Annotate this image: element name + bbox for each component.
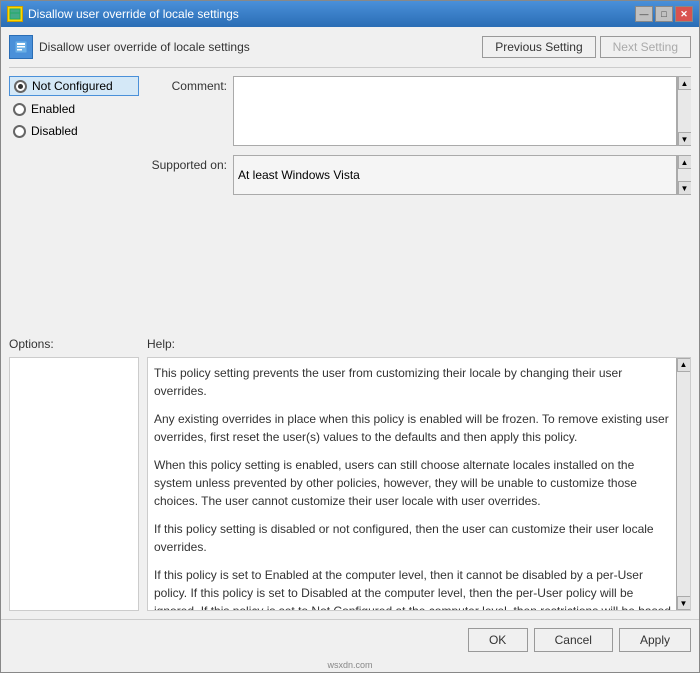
radio-input-not-configured[interactable]	[14, 80, 27, 93]
ok-button[interactable]: OK	[468, 628, 528, 652]
title-bar-left: Disallow user override of locale setting…	[7, 6, 239, 22]
radio-input-enabled[interactable]	[13, 103, 26, 116]
help-scroll-up[interactable]: ▲	[677, 358, 691, 372]
header-buttons: Previous Setting Next Setting	[482, 36, 691, 58]
help-para-3: When this policy setting is enabled, use…	[154, 456, 672, 510]
supported-field: At least Windows Vista	[233, 155, 677, 195]
radio-not-configured[interactable]: Not Configured	[9, 76, 139, 96]
footer: OK Cancel Apply	[1, 619, 699, 660]
close-button[interactable]: ✕	[675, 6, 693, 22]
scroll-down-arrow[interactable]: ▼	[678, 132, 692, 146]
help-para-4: If this policy setting is disabled or no…	[154, 520, 672, 556]
options-label: Options:	[9, 337, 54, 351]
scroll-up-arrow[interactable]: ▲	[678, 76, 692, 90]
header-left: Disallow user override of locale setting…	[9, 35, 250, 59]
help-para-5: If this policy is set to Enabled at the …	[154, 566, 672, 611]
supported-value: At least Windows Vista	[238, 168, 360, 182]
options-label-container: Options:	[9, 337, 139, 351]
maximize-button[interactable]: □	[655, 6, 673, 22]
radio-disabled[interactable]: Disabled	[9, 122, 139, 140]
cancel-button[interactable]: Cancel	[534, 628, 613, 652]
help-scrollbar[interactable]: ▲ ▼	[676, 358, 690, 611]
comment-row: Comment: ▲ ▼	[147, 76, 691, 149]
window-title: Disallow user override of locale setting…	[28, 7, 239, 21]
comment-field[interactable]	[233, 76, 677, 146]
supported-scroll-track	[678, 169, 691, 181]
lower-labels: Options: Help:	[9, 337, 691, 351]
title-buttons: — □ ✕	[635, 6, 693, 22]
supported-scroll-down[interactable]: ▼	[678, 181, 692, 195]
radio-enabled[interactable]: Enabled	[9, 100, 139, 118]
help-para-2: Any existing overrides in place when thi…	[154, 410, 672, 446]
help-scroll-down[interactable]: ▼	[677, 596, 691, 610]
supported-scrollbar[interactable]: ▲ ▼	[677, 155, 691, 195]
radio-label-disabled: Disabled	[31, 124, 78, 138]
help-panel: This policy setting prevents the user fr…	[147, 357, 691, 612]
window-icon	[7, 6, 23, 22]
radio-input-disabled[interactable]	[13, 125, 26, 138]
right-panel: Comment: ▲ ▼ Supported on: At	[147, 76, 691, 331]
header-title: Disallow user override of locale setting…	[39, 40, 250, 54]
scroll-track	[678, 90, 691, 132]
help-label: Help:	[147, 337, 175, 351]
help-scroll-track	[677, 372, 690, 597]
help-para-1: This policy setting prevents the user fr…	[154, 364, 672, 400]
lower-section: This policy setting prevents the user fr…	[9, 357, 691, 612]
main-section: Not Configured Enabled Disabled Comment:	[9, 76, 691, 331]
next-setting-button[interactable]: Next Setting	[600, 36, 691, 58]
comment-scrollbar[interactable]: ▲ ▼	[677, 76, 691, 146]
apply-button[interactable]: Apply	[619, 628, 691, 652]
minimize-button[interactable]: —	[635, 6, 653, 22]
radio-panel: Not Configured Enabled Disabled	[9, 76, 139, 331]
watermark: wsxdn.com	[1, 660, 699, 672]
title-bar: Disallow user override of locale setting…	[1, 1, 699, 27]
supported-scroll-up[interactable]: ▲	[678, 155, 692, 169]
previous-setting-button[interactable]: Previous Setting	[482, 36, 595, 58]
help-text-area: This policy setting prevents the user fr…	[148, 358, 690, 611]
comment-label: Comment:	[147, 76, 227, 93]
options-panel	[9, 357, 139, 612]
policy-icon	[9, 35, 33, 59]
help-label-container: Help:	[147, 337, 691, 351]
content-area: Disallow user override of locale setting…	[1, 27, 699, 619]
supported-row: Supported on: At least Windows Vista ▲ ▼	[147, 155, 691, 195]
supported-label: Supported on:	[147, 155, 227, 172]
radio-label-not-configured: Not Configured	[32, 79, 113, 93]
header-row: Disallow user override of locale setting…	[9, 35, 691, 68]
radio-label-enabled: Enabled	[31, 102, 75, 116]
main-window: Disallow user override of locale setting…	[0, 0, 700, 673]
